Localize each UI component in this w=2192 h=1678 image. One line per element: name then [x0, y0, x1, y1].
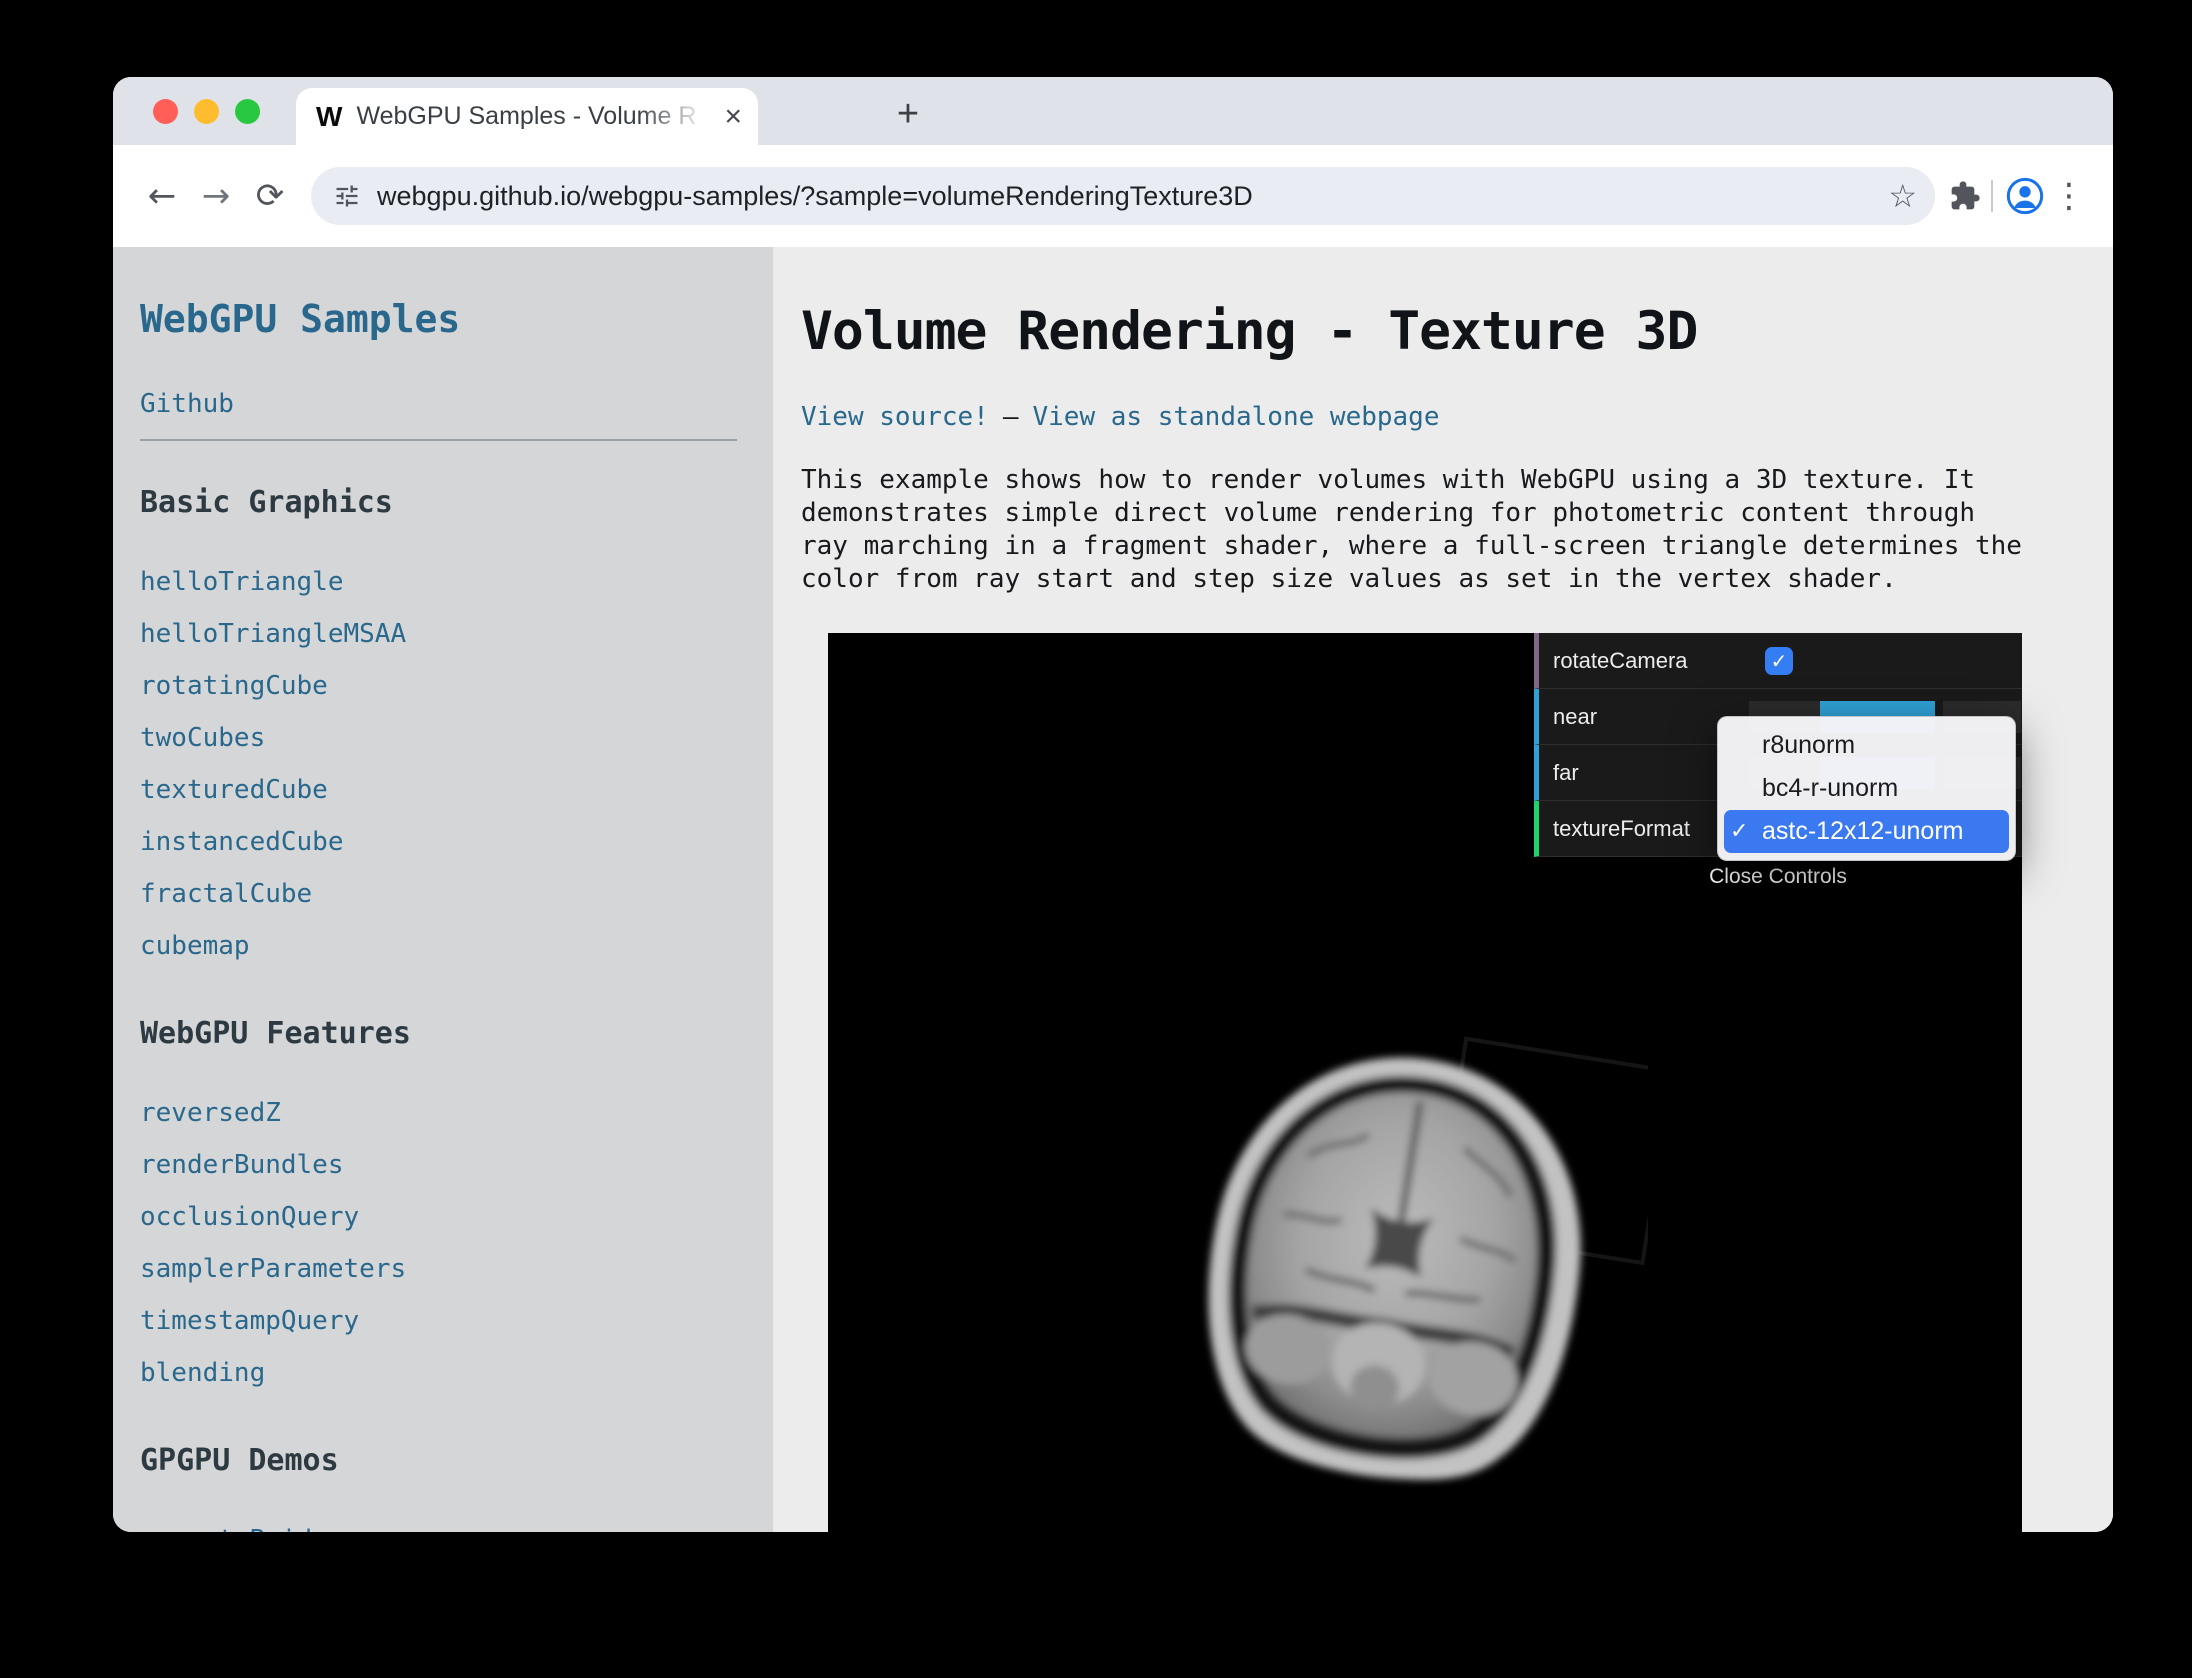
- sidebar-item-occlusionquery[interactable]: occlusionQuery: [140, 1191, 773, 1243]
- sidebar-item-texturedcube[interactable]: texturedCube: [140, 764, 773, 816]
- toolbar-divider: [1991, 180, 1993, 212]
- webgpu-favicon-icon: W: [316, 101, 342, 133]
- sidebar-item-cubemap[interactable]: cubemap: [140, 920, 773, 972]
- selected-checkmark-icon: ✓: [1730, 819, 1762, 844]
- view-source-link[interactable]: View source!: [801, 402, 989, 432]
- bookmark-star-icon[interactable]: ☆: [1888, 177, 1917, 215]
- minimize-window-button[interactable]: [194, 99, 219, 124]
- dropdown-option-astc-12x12-unorm[interactable]: ✓ astc-12x12-unorm: [1724, 810, 2009, 853]
- option-label: r8unorm: [1762, 731, 1855, 760]
- sidebar-item-hellotrianglemsaa[interactable]: helloTriangleMSAA: [140, 608, 773, 660]
- sidebar-divider: [140, 439, 737, 441]
- page-content: WebGPU Samples Github Basic Graphics hel…: [113, 247, 2113, 1532]
- sample-links: View source! — View as standalone webpage: [801, 402, 2113, 432]
- sidebar-item-timestampquery[interactable]: timestampQuery: [140, 1295, 773, 1347]
- sidebar-item-samplerparameters[interactable]: samplerParameters: [140, 1243, 773, 1295]
- browser-window: W WebGPU Samples - Volume R × + ← → ⟳ we…: [113, 77, 2113, 1532]
- back-button[interactable]: ←: [135, 169, 189, 223]
- basic-graphics-list: helloTriangle helloTriangleMSAA rotating…: [140, 556, 773, 972]
- option-label: bc4-r-unorm: [1762, 774, 1898, 803]
- standalone-page-link[interactable]: View as standalone webpage: [1033, 402, 1440, 432]
- link-separator: —: [1003, 402, 1019, 432]
- checkmark-icon: ✓: [1771, 649, 1788, 673]
- sidebar: WebGPU Samples Github Basic Graphics hel…: [113, 247, 773, 1532]
- url-text: webgpu.github.io/webgpu-samples/?sample=…: [377, 181, 1872, 212]
- main-content: Volume Rendering - Texture 3D View sourc…: [773, 247, 2113, 1532]
- sidebar-item-reversedz[interactable]: reversedZ: [140, 1087, 773, 1139]
- section-heading-webgpu-features: WebGPU Features: [140, 1016, 773, 1051]
- tab-close-icon[interactable]: ×: [724, 102, 742, 132]
- rotate-camera-checkbox[interactable]: ✓: [1765, 647, 1793, 675]
- window-controls: [153, 77, 260, 145]
- browser-toolbar: ← → ⟳ webgpu.github.io/webgpu-samples/?s…: [113, 145, 2113, 247]
- sidebar-item-fractalcube[interactable]: fractalCube: [140, 868, 773, 920]
- new-tab-button[interactable]: +: [885, 91, 931, 137]
- address-bar[interactable]: webgpu.github.io/webgpu-samples/?sample=…: [311, 167, 1935, 225]
- sidebar-item-rotatingcube[interactable]: rotatingCube: [140, 660, 773, 712]
- tab-title: WebGPU Samples - Volume R: [356, 102, 718, 131]
- sidebar-item-instancedcube[interactable]: instancedCube: [140, 816, 773, 868]
- sidebar-item-hellotriangle[interactable]: helloTriangle: [140, 556, 773, 608]
- brain-mri-rendering: [1138, 1023, 1648, 1523]
- webgpu-features-list: reversedZ renderBundles occlusionQuery s…: [140, 1087, 773, 1399]
- gui-row-rotate-camera: rotateCamera ✓: [1534, 633, 2022, 689]
- gpgpu-demos-list: computeBoids: [140, 1514, 773, 1532]
- tab-strip: W WebGPU Samples - Volume R × +: [113, 77, 2113, 145]
- page-title: Volume Rendering - Texture 3D: [801, 301, 2113, 362]
- dropdown-option-r8unorm[interactable]: r8unorm: [1724, 724, 2009, 767]
- extensions-icon[interactable]: [1949, 180, 1981, 212]
- close-window-button[interactable]: [153, 99, 178, 124]
- zoom-window-button[interactable]: [235, 99, 260, 124]
- browser-tab[interactable]: W WebGPU Samples - Volume R ×: [296, 88, 758, 145]
- option-label: astc-12x12-unorm: [1762, 817, 1963, 846]
- sample-description: This example shows how to render volumes…: [801, 464, 2027, 596]
- webgpu-canvas[interactable]: rotateCamera ✓ near far textureFor: [828, 633, 2022, 1532]
- sidebar-item-twocubes[interactable]: twoCubes: [140, 712, 773, 764]
- sidebar-item-computeboids[interactable]: computeBoids: [140, 1514, 773, 1532]
- sidebar-item-blending[interactable]: blending: [140, 1347, 773, 1399]
- texture-format-dropdown: r8unorm bc4-r-unorm ✓ astc-12x12-unorm: [1717, 716, 2016, 861]
- close-controls-button[interactable]: Close Controls: [1534, 857, 2022, 896]
- dropdown-option-bc4-r-unorm[interactable]: bc4-r-unorm: [1724, 767, 2009, 810]
- menu-icon[interactable]: ⋮: [2047, 176, 2091, 216]
- forward-button[interactable]: →: [189, 169, 243, 223]
- section-heading-gpgpu-demos: GPGPU Demos: [140, 1443, 773, 1478]
- reload-button[interactable]: ⟳: [243, 169, 297, 223]
- rotate-camera-label: rotateCamera: [1553, 648, 1749, 674]
- profile-avatar[interactable]: [2003, 174, 2047, 218]
- sidebar-item-renderbundles[interactable]: renderBundles: [140, 1139, 773, 1191]
- sidebar-title: WebGPU Samples: [140, 297, 773, 341]
- section-heading-basic-graphics: Basic Graphics: [140, 485, 773, 520]
- site-settings-icon[interactable]: [333, 182, 361, 210]
- github-link[interactable]: Github: [140, 389, 773, 419]
